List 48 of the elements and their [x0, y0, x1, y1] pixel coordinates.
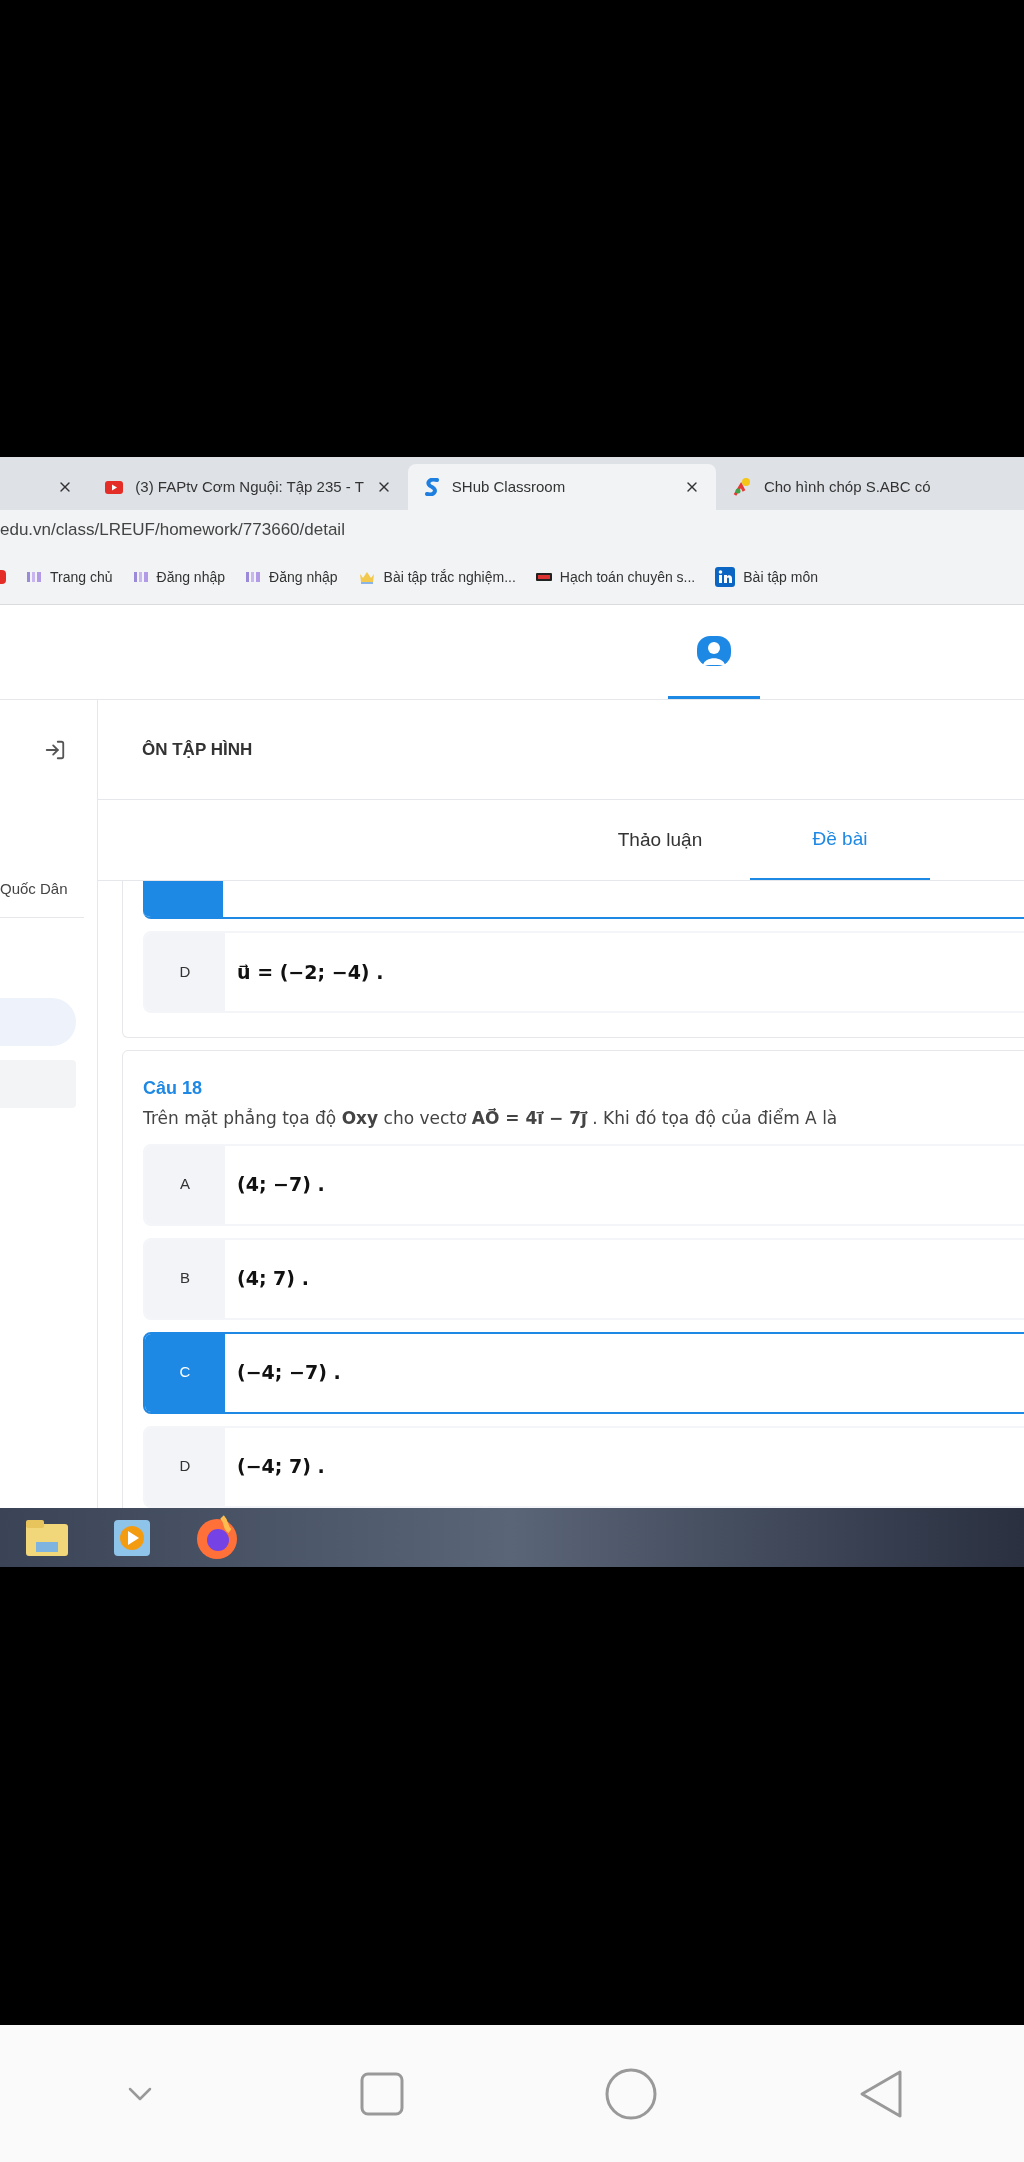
- option-answer: (4; 7) .: [236, 1266, 309, 1292]
- linkedin-icon: [715, 567, 736, 587]
- answer-option[interactable]: D (−4; 7) .: [143, 1425, 1024, 1508]
- bookmark-icon: [26, 571, 42, 583]
- figure-icon: [731, 477, 752, 497]
- user-name: Quốc Dân: [0, 878, 84, 918]
- bookmark-link[interactable]: Đăng nhập: [269, 566, 338, 588]
- option-answer: u⃗ = (−2; −4) .: [236, 959, 384, 985]
- option-answer: (4; −7) .: [236, 1172, 325, 1198]
- answer-option[interactable]: D u⃗ = (−2; −4) .: [143, 931, 1024, 1013]
- question-number: Câu 18: [143, 1077, 204, 1100]
- bookmark-icon: [132, 571, 149, 583]
- content-tab[interactable]: Thảo luận: [570, 800, 750, 880]
- browser-tab[interactable]: SHub Classroom: [407, 464, 716, 510]
- swirl-icon: [423, 478, 440, 496]
- back-icon[interactable]: [858, 2068, 904, 2119]
- media-player-icon[interactable]: [112, 1517, 152, 1558]
- option-letter: D: [145, 1427, 225, 1506]
- logo-icon: [535, 573, 552, 581]
- bookmark-link[interactable]: Hạch toán chuyên s...: [559, 566, 696, 588]
- answer-option[interactable]: C (−4; −7) .: [143, 1331, 1024, 1414]
- bookmark-icon: [245, 571, 262, 583]
- assignment-title: ÔN TẬP HÌNH: [142, 738, 253, 761]
- video-icon: [105, 480, 124, 494]
- answer-option[interactable]: A (4; −7) .: [143, 1143, 1024, 1226]
- user-icon: [695, 634, 733, 667]
- answer-option[interactable]: [143, 881, 1024, 919]
- folder-icon[interactable]: [24, 1517, 70, 1558]
- option-letter: D: [145, 933, 225, 1011]
- content-tab[interactable]: Đề bài: [750, 800, 930, 880]
- bookmark-link[interactable]: Bài tập trắc nghiệm...: [383, 566, 516, 588]
- answer-option[interactable]: B (4; 7) .: [143, 1237, 1024, 1320]
- question-text: Trên mặt phẳng tọa độ Oxy cho vectơ AO⃗ = 4i⃗ − 7j⃗ . Khi đó tọa độ của điểm A là: [143, 1107, 839, 1130]
- option-letter: C: [145, 1333, 225, 1412]
- option-answer: (−4; 7) .: [236, 1454, 325, 1480]
- recent-apps-icon[interactable]: [360, 2071, 404, 2116]
- browser-tab[interactable]: (3) FAPtv Cơm Nguội: Tập 235 - T: [89, 464, 408, 510]
- bookmark-link[interactable]: Trang chủ: [50, 566, 113, 588]
- login-icon[interactable]: [43, 739, 66, 761]
- firefox-icon[interactable]: [194, 1514, 240, 1561]
- home-icon[interactable]: [604, 2066, 658, 2121]
- bookmark-link[interactable]: Đăng nhập: [156, 566, 226, 588]
- bookmark-icon: [0, 570, 6, 584]
- browser-tab[interactable]: Cho hình chóp S.ABC có: [715, 464, 1024, 510]
- option-answer: (−4; −7) .: [236, 1360, 341, 1386]
- option-letter: B: [145, 1239, 225, 1318]
- option-letter: A: [145, 1145, 225, 1224]
- bookmark-link[interactable]: Bài tập môn: [743, 566, 818, 588]
